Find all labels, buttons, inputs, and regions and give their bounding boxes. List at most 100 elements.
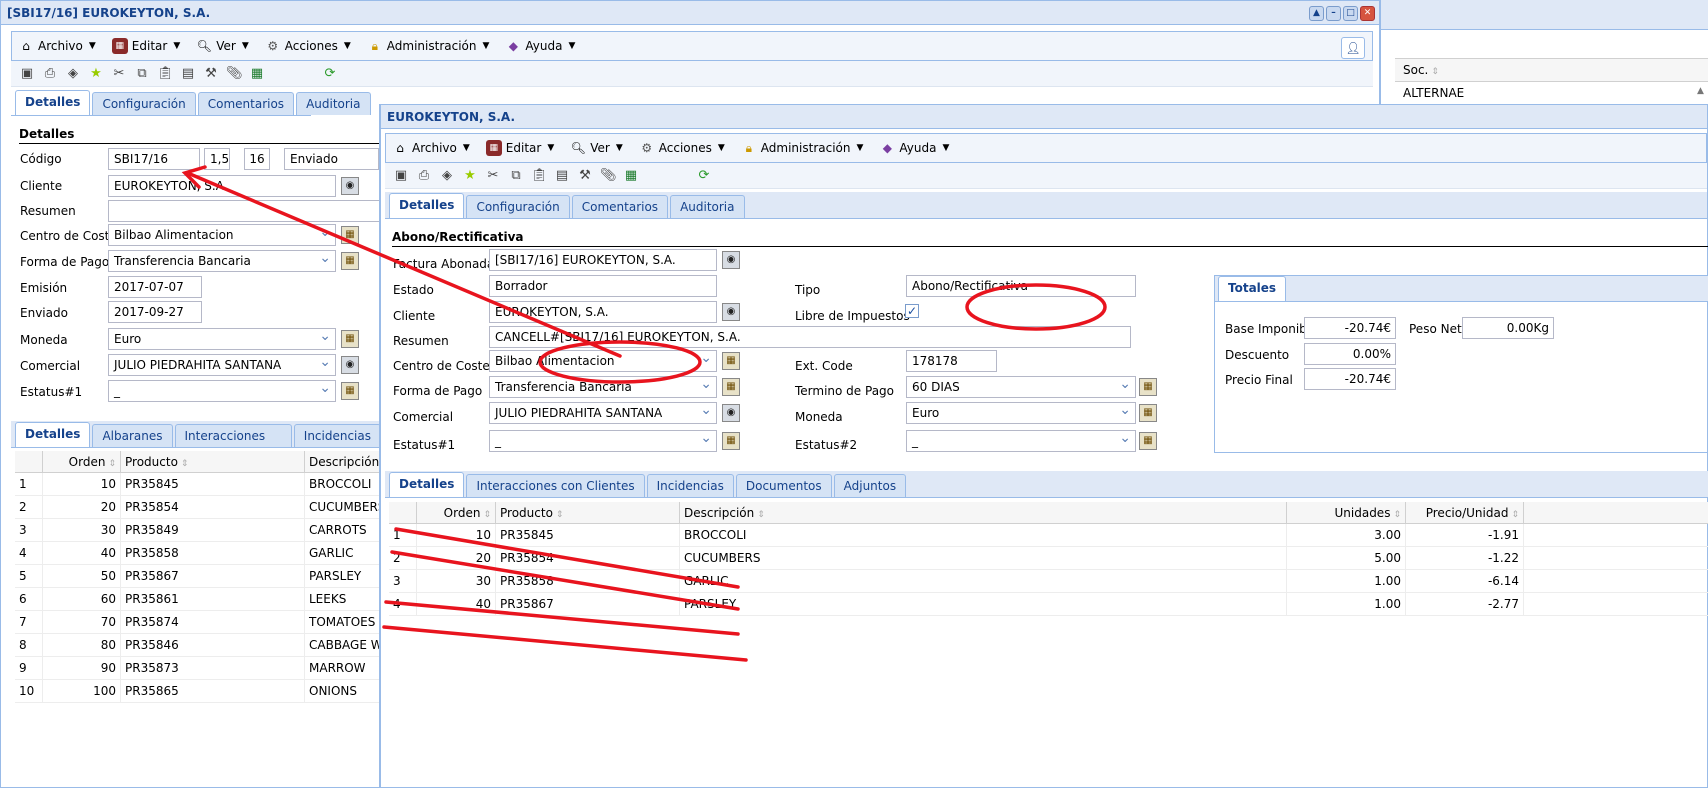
comercial-combo[interactable]: JULIO PIEDRAHITA SANTANA <box>489 402 717 424</box>
menu-editar[interactable]: ▦ Editar ▼ <box>111 38 180 54</box>
termino-picker-icon[interactable]: ▦ <box>1139 378 1157 396</box>
front-window-titlebar[interactable]: EUROKEYTON, S.A. <box>381 105 1707 129</box>
menu-administracion[interactable]: 🔒︎ Administración ▼ <box>367 38 490 54</box>
document-icon[interactable]: ▤ <box>554 168 570 184</box>
front-tab-detalles[interactable]: Detalles <box>389 193 465 218</box>
centro-combo[interactable]: Bilbao Alimentacion <box>489 350 717 372</box>
view-comercial-icon[interactable]: ◉ <box>722 404 740 422</box>
view-comercial-icon[interactable]: ◉ <box>341 356 359 374</box>
codigo-num-field[interactable]: 1,5( <box>204 148 230 170</box>
cut-icon[interactable]: ✂ <box>111 66 127 82</box>
estado-field[interactable]: Borrador <box>489 275 717 297</box>
tab-detalles-lines[interactable]: Detalles <box>15 422 91 447</box>
table-row[interactable]: 6 60 PR35861 LEEKS <box>15 588 381 611</box>
tab-incidencias[interactable]: Incidencias <box>293 424 381 447</box>
moneda-picker-icon[interactable]: ▦ <box>1139 404 1157 422</box>
tools-icon[interactable]: ⚒ <box>203 66 219 82</box>
front-tab-incidencias[interactable]: Incidencias <box>646 474 734 497</box>
front-tab-configuracion[interactable]: Configuración <box>466 195 570 218</box>
codigo-seq-field[interactable]: 16 <box>244 148 270 170</box>
forma-picker-icon[interactable]: ▦ <box>341 252 359 270</box>
view-factura-icon[interactable]: ◉ <box>722 251 740 269</box>
back-window-titlebar[interactable]: [SBI17/16] EUROKEYTON, S.A. ▲ – □ ✕ <box>1 1 1379 25</box>
table-row[interactable]: 2 20 PR35854 CUCUMBERS <box>15 496 381 519</box>
front-header-unidades[interactable]: Unidades ⇕ <box>1287 502 1406 523</box>
front-header-descripcion[interactable]: Descripción ⇕ <box>680 502 1287 523</box>
stamp-icon[interactable]: ◈ <box>65 66 81 82</box>
tab-detalles[interactable]: Detalles <box>15 90 91 115</box>
cut-icon[interactable]: ✂ <box>485 168 501 184</box>
base-field[interactable]: -20.74€ <box>1304 317 1396 339</box>
forma-picker-icon[interactable]: ▦ <box>722 378 740 396</box>
table-row[interactable]: 880PR35846CABBAGE WH <box>15 634 381 657</box>
front-menu-ayuda[interactable]: ◆ Ayuda ▼ <box>879 140 950 156</box>
save-icon[interactable]: ▣ <box>19 66 35 82</box>
final-field[interactable]: -20.74€ <box>1304 368 1396 390</box>
tab-configuracion[interactable]: Configuración <box>92 92 196 115</box>
table-row[interactable]: 7 70 PR35874 TOMATOES <box>15 611 381 634</box>
table-row[interactable]: 9 90 PR35873 MARROW <box>15 657 381 680</box>
estatus-picker-icon[interactable]: ▦ <box>341 382 359 400</box>
forma-combo[interactable]: Transferencia Bancaria <box>108 250 336 272</box>
front-header-producto[interactable]: Producto ⇕ <box>496 502 680 523</box>
menu-ayuda[interactable]: ◆ Ayuda ▼ <box>505 38 576 54</box>
table-row[interactable]: 10 100 PR35865 ONIONS <box>15 680 381 703</box>
scrollbar-up-icon[interactable]: ▲ <box>1697 86 1704 96</box>
estatus-combo[interactable]: _ <box>108 380 336 402</box>
front-menu-acciones[interactable]: ⚙ Acciones ▼ <box>639 140 724 156</box>
refresh-icon[interactable]: ⟳ <box>322 66 338 82</box>
tools-icon[interactable]: ⚒ <box>577 168 593 184</box>
ext-field[interactable]: 178178 <box>906 350 997 372</box>
front-menu-administracion[interactable]: 🔒︎ Administración ▼ <box>741 140 864 156</box>
user-settings-button[interactable]: 👤︎ <box>1341 37 1365 59</box>
estatus1-picker-icon[interactable]: ▦ <box>722 432 740 450</box>
excel-icon[interactable]: ▦ <box>623 168 639 184</box>
front-menu-editar[interactable]: ▦ Editar ▼ <box>485 140 554 156</box>
moneda-combo[interactable]: Euro <box>108 328 336 350</box>
table-row[interactable]: 3 30 PR35849 CARROTS <box>15 519 381 542</box>
centro-picker-icon[interactable]: ▦ <box>722 352 740 370</box>
print-icon[interactable]: ⎙ <box>42 66 58 82</box>
cliente-field[interactable]: EUROKEYTON, S.A. <box>489 301 717 323</box>
minimize-icon[interactable]: – <box>1326 6 1341 21</box>
header-orden[interactable]: Orden ⇕ <box>43 451 121 472</box>
front-header-orden[interactable]: Orden ⇕ <box>417 502 496 523</box>
view-cliente-icon[interactable]: ◉ <box>341 177 359 195</box>
document-icon[interactable]: ▤ <box>180 66 196 82</box>
table-row[interactable]: 1 10 PR35845 BROCCOLI 3.00 -1.91 <box>389 524 1708 547</box>
star-icon[interactable]: ★ <box>88 66 104 82</box>
stamp-icon[interactable]: ◈ <box>439 168 455 184</box>
factura-field[interactable]: [SBI17/16] EUROKEYTON, S.A. <box>489 249 717 271</box>
estado-field[interactable]: Enviado <box>284 148 379 170</box>
centro-combo[interactable]: Bilbao Alimentacion <box>108 224 336 246</box>
estatus2-picker-icon[interactable]: ▦ <box>1139 432 1157 450</box>
view-cliente-icon[interactable]: ◉ <box>722 303 740 321</box>
comercial-combo[interactable]: JULIO PIEDRAHITA SANTANA <box>108 354 336 376</box>
front-tab-interacciones[interactable]: Interacciones con Clientes <box>466 474 645 497</box>
right-panel-header[interactable]: Soc. ⇕ <box>1395 58 1708 82</box>
estatus2-combo[interactable]: _ <box>906 430 1136 452</box>
front-menu-archivo[interactable]: ⌂ Archivo ▼ <box>392 140 470 156</box>
copy-icon[interactable]: ⧉ <box>508 168 524 184</box>
cliente-field[interactable]: EUROKEYTON, S.A. <box>108 175 336 197</box>
close-icon[interactable]: ✕ <box>1360 6 1375 21</box>
descuento-field[interactable]: 0.00% <box>1304 343 1396 365</box>
front-tab-documentos[interactable]: Documentos <box>735 474 832 497</box>
emision-field[interactable]: 2017-07-07 <box>108 276 202 298</box>
front-tab-comentarios[interactable]: Comentarios <box>571 195 669 218</box>
libre-checkbox[interactable]: ✓ <box>905 304 919 318</box>
menu-archivo[interactable]: ⌂ Archivo ▼ <box>18 38 96 54</box>
peso-field[interactable]: 0.00Kg <box>1462 317 1554 339</box>
resumen-field[interactable] <box>108 200 380 222</box>
table-row[interactable]: 3 30 PR35858 GARLIC 1.00 -6.14 <box>389 570 1708 593</box>
header-descripcion[interactable]: Descripción⇕ <box>305 451 381 472</box>
tab-albaranes[interactable]: Albaranes <box>92 424 173 447</box>
save-icon[interactable]: ▣ <box>393 168 409 184</box>
table-row[interactable]: 4 40 PR35867 PARSLEY 1.00 -2.77 <box>389 593 1708 616</box>
tipo-field[interactable]: Abono/Rectificativa <box>906 275 1136 297</box>
tab-totales[interactable]: Totales <box>1218 276 1287 301</box>
tab-comentarios[interactable]: Comentarios <box>197 92 295 115</box>
table-row[interactable]: 4 40 PR35858 GARLIC <box>15 542 381 565</box>
tab-auditoria[interactable]: Auditoria <box>296 92 371 115</box>
menu-acciones[interactable]: ⚙ Acciones ▼ <box>265 38 350 54</box>
